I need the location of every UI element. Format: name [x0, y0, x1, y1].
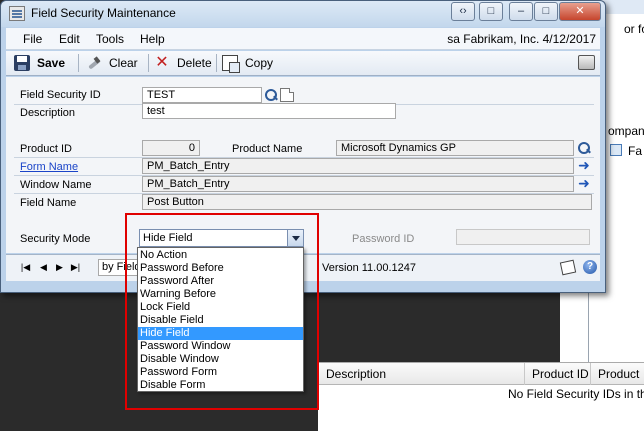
- product-name-field: Microsoft Dynamics GP: [336, 140, 574, 156]
- toolbar-separator: [78, 54, 79, 72]
- copy-icon: [222, 55, 240, 73]
- toolbar-separator: [148, 54, 149, 72]
- window-title: Field Security Maintenance: [31, 6, 176, 20]
- help-icon[interactable]: ?: [583, 260, 597, 274]
- save-icon: [14, 55, 30, 71]
- password-id-input: [456, 229, 590, 245]
- title-bar[interactable]: Field Security Maintenance ‹› □ – □ ✕: [1, 1, 605, 27]
- lookup-magnifier-icon[interactable]: [264, 88, 278, 102]
- window-name-label: Window Name: [20, 179, 92, 191]
- last-record-button[interactable]: ▶|: [70, 261, 81, 273]
- form-name-field: PM_Batch_Entry: [142, 158, 574, 174]
- save-label: Save: [37, 56, 66, 70]
- toolbar-separator: [216, 54, 217, 72]
- field-name-field: Post Button: [142, 194, 592, 210]
- version-text: Version 11.00.1247: [322, 262, 416, 274]
- background-text-fragment: Fa: [628, 144, 643, 158]
- restore-layout-button[interactable]: □: [479, 2, 503, 21]
- form-name-arrow-icon[interactable]: ➜: [577, 158, 591, 173]
- navigate-windows-button[interactable]: ‹›: [451, 2, 475, 21]
- user-company-date: sa Fabrikam, Inc. 4/12/2017: [447, 32, 596, 46]
- product-lookup-magnifier-icon[interactable]: [577, 141, 591, 155]
- clear-button[interactable]: Clear: [86, 51, 138, 75]
- window-app-icon: [9, 6, 25, 21]
- menu-file[interactable]: File: [23, 32, 42, 46]
- grid-empty-message: No Field Security IDs in this: [508, 387, 644, 401]
- product-id-label: Product ID: [20, 143, 72, 155]
- background-grid: Description Product ID Product No Field …: [318, 362, 644, 431]
- window-note-icon[interactable]: [559, 259, 577, 276]
- delete-button[interactable]: ✕ Delete: [154, 51, 212, 75]
- delete-label: Delete: [177, 56, 212, 70]
- first-record-button[interactable]: |◀: [20, 261, 31, 273]
- maximize-button[interactable]: □: [534, 2, 558, 21]
- password-id-label: Password ID: [352, 233, 415, 245]
- copy-label: Copy: [245, 56, 274, 70]
- grid-column-product[interactable]: Product: [598, 367, 639, 381]
- next-record-button[interactable]: ▶: [54, 261, 65, 273]
- background-text-fragment: or form: [624, 22, 644, 36]
- security-mode-label: Security Mode: [20, 233, 91, 245]
- copy-button[interactable]: Copy: [222, 51, 273, 75]
- grid-column-separator: [590, 363, 591, 385]
- product-id-field: 0: [142, 140, 200, 156]
- eraser-icon: [86, 55, 102, 71]
- field-security-id-label: Field Security ID: [20, 89, 101, 101]
- delete-x-icon: ✕: [155, 54, 169, 71]
- grid-column-separator: [524, 363, 525, 385]
- background-row-icon: [610, 144, 622, 156]
- note-icon[interactable]: [280, 88, 294, 102]
- field-security-id-input[interactable]: TEST: [142, 87, 262, 103]
- menu-edit[interactable]: Edit: [59, 32, 80, 46]
- print-icon[interactable]: [578, 55, 595, 70]
- grid-column-description[interactable]: Description: [326, 367, 386, 381]
- close-button[interactable]: ✕: [559, 2, 601, 21]
- highlight-annotation-box: [125, 213, 319, 410]
- description-label: Description: [20, 107, 76, 119]
- product-name-label: Product Name: [232, 143, 303, 155]
- background-grid-header: Description Product ID Product: [318, 363, 644, 385]
- clear-label: Clear: [109, 56, 138, 70]
- menu-tools[interactable]: Tools: [96, 32, 124, 46]
- toolbar: Save Clear ✕ Delete Copy: [6, 51, 600, 76]
- field-name-label: Field Name: [20, 197, 77, 209]
- background-text-fragment: ompan: [608, 124, 644, 138]
- grid-column-product-id[interactable]: Product ID: [532, 367, 589, 381]
- save-button[interactable]: Save: [14, 51, 65, 75]
- window-name-field: PM_Batch_Entry: [142, 176, 574, 192]
- menu-help[interactable]: Help: [140, 32, 165, 46]
- form-name-link[interactable]: Form Name: [20, 161, 78, 173]
- description-input[interactable]: test: [142, 103, 396, 119]
- previous-record-button[interactable]: ◀: [38, 261, 49, 273]
- window-name-arrow-icon[interactable]: ➜: [577, 176, 591, 191]
- menu-bar: File Edit Tools Help sa Fabrikam, Inc. 4…: [6, 28, 600, 50]
- minimize-button[interactable]: –: [509, 2, 533, 21]
